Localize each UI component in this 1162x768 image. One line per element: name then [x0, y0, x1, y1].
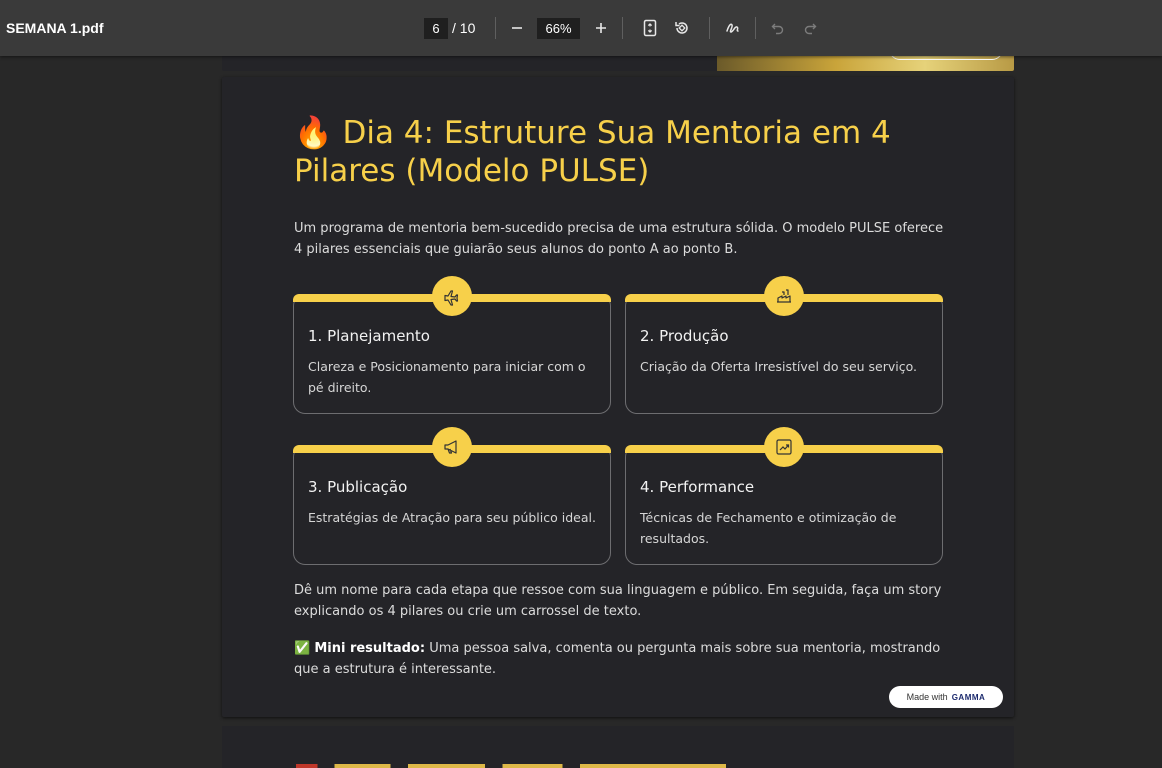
megaphone-icon — [444, 440, 457, 454]
toolbar-controls: / 10 — [0, 0, 1162, 56]
card-icon-badge — [764, 427, 804, 467]
card-text: Criação da Oferta Irresistível do seu se… — [640, 359, 918, 374]
undo-icon — [771, 23, 784, 35]
draw-icon — [726, 23, 739, 33]
next-page-heading-peek — [296, 764, 726, 768]
gamma-logo: GAMMA — [951, 692, 986, 702]
rotate-icon — [675, 22, 688, 34]
page-total-label: / 10 — [452, 20, 476, 36]
card-text: Clareza e Posicionamento para iniciar co… — [308, 359, 586, 395]
fire-emoji: 🔥 — [294, 115, 333, 151]
intro-paragraph: Um programa de mentoria bem-sucedido pre… — [294, 221, 944, 257]
plus-icon — [596, 23, 606, 33]
card-title: 1. Planejamento — [308, 327, 430, 345]
check-emoji: ✅ — [294, 641, 311, 656]
zoom-input[interactable] — [537, 18, 580, 39]
made-with-badge-outline — [889, 56, 1003, 60]
zoom-in-button[interactable] — [587, 14, 615, 42]
pdf-toolbar: SEMANA 1.pdf / 10 — [0, 0, 1162, 56]
toolbar-divider — [755, 17, 756, 39]
card-icon-badge — [432, 276, 472, 316]
card-text: Técnicas de Fechamento e otimização de r… — [640, 510, 897, 546]
card-title: 2. Produção — [640, 327, 729, 345]
made-with-text: Made with — [906, 692, 948, 702]
chart-up-icon — [776, 439, 792, 455]
undo-button[interactable] — [764, 14, 792, 42]
previous-page — [222, 56, 1014, 71]
fit-page-icon — [643, 19, 657, 37]
pillar-card: 1. Planejamento Clareza e Posicionamento… — [292, 276, 611, 414]
rotate-button[interactable] — [668, 14, 696, 42]
page-heading: 🔥 Dia 4: Estruture Sua Mentoria em 4 Pil… — [294, 114, 934, 190]
minus-icon — [512, 27, 522, 29]
outro-paragraph: Dê um nome para cada etapa que ressoe co… — [294, 583, 942, 619]
card-text: Estratégias de Atração para seu público … — [308, 510, 596, 525]
mini-result-paragraph: ✅ Mini resultado: Uma pessoa salva, come… — [294, 638, 954, 680]
redo-button[interactable] — [796, 14, 824, 42]
page-number-input[interactable] — [424, 18, 448, 39]
airplane-icon — [444, 290, 459, 306]
card-icon-badge — [432, 427, 472, 467]
card-icon-badge — [764, 276, 804, 316]
mini-result-label: Mini resultado: — [314, 641, 426, 656]
page-heading-text: Dia 4: Estruture Sua Mentoria em 4 Pilar… — [294, 115, 891, 189]
toolbar-divider — [709, 17, 710, 39]
pdf-viewer[interactable]: 🔥 Dia 4: Estruture Sua Mentoria em 4 Pil… — [0, 56, 1162, 768]
fit-page-button[interactable] — [636, 14, 664, 42]
toolbar-divider — [622, 17, 623, 39]
made-with-gamma-badge[interactable]: Made with GAMMA — [889, 686, 1003, 708]
toolbar-divider — [495, 17, 496, 39]
pillar-card: 3. Publicação Estratégias de Atração par… — [292, 427, 611, 565]
factory-icon — [777, 289, 791, 303]
card-title: 4. Performance — [640, 478, 755, 496]
next-page — [222, 726, 1014, 768]
zoom-out-button[interactable] — [503, 14, 531, 42]
pillar-card: 2. Produção Criação da Oferta Irresistív… — [624, 276, 943, 414]
redo-icon — [804, 23, 817, 35]
card-title: 3. Publicação — [308, 478, 408, 496]
draw-button[interactable] — [719, 14, 747, 42]
pdf-page: 🔥 Dia 4: Estruture Sua Mentoria em 4 Pil… — [222, 77, 1014, 717]
pillar-card: 4. Performance Técnicas de Fechamento e … — [624, 427, 943, 565]
